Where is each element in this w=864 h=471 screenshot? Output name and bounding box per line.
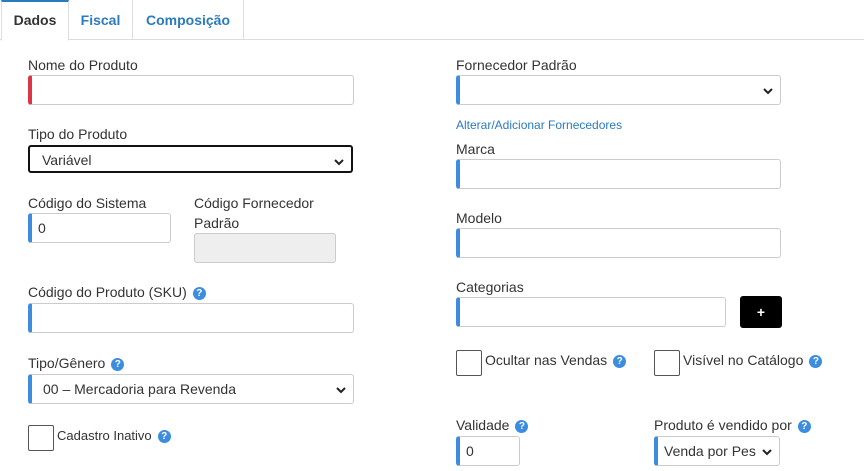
chevron-down-icon bbox=[762, 449, 772, 456]
ocultar-checkbox[interactable] bbox=[456, 350, 482, 376]
add-categoria-button[interactable]: + bbox=[740, 296, 782, 328]
genero-select[interactable]: 00 – Mercadoria para Revenda bbox=[28, 374, 354, 404]
chevron-down-icon bbox=[334, 159, 344, 166]
ocultar-label: Ocultar nas Vendas? bbox=[485, 352, 627, 368]
categorias-input[interactable] bbox=[456, 297, 726, 327]
validade-label: Validade? bbox=[456, 417, 529, 433]
modelo-label: Modelo bbox=[456, 210, 502, 226]
vendido-label: Produto é vendido por? bbox=[654, 417, 811, 433]
codigo-sistema-value: 0 bbox=[38, 220, 46, 236]
validade-value: 0 bbox=[466, 443, 474, 459]
tab-fiscal[interactable]: Fiscal bbox=[69, 0, 133, 40]
codigo-fornecedor-label: Código Fornecedor bbox=[194, 195, 314, 211]
genero-value: 00 – Mercadoria para Revenda bbox=[43, 381, 237, 397]
alterar-fornecedores-link[interactable]: Alterar/Adicionar Fornecedores bbox=[456, 118, 622, 132]
genero-label: Tipo/Gênero? bbox=[28, 355, 125, 371]
categorias-label: Categorias bbox=[456, 279, 524, 295]
chevron-down-icon bbox=[763, 88, 773, 95]
question-icon[interactable]: ? bbox=[192, 287, 206, 300]
tipo-label: Tipo do Produto bbox=[28, 126, 128, 142]
marca-input[interactable] bbox=[456, 159, 781, 189]
vendido-value: Venda por Pes bbox=[664, 443, 756, 459]
codigo-sistema-label: Código do Sistema bbox=[28, 195, 147, 211]
inativo-label: Cadastro Inativo? bbox=[57, 428, 171, 443]
tipo-value: Variável bbox=[42, 152, 92, 168]
question-icon[interactable]: ? bbox=[809, 355, 823, 368]
visivel-checkbox[interactable] bbox=[654, 350, 680, 376]
codigo-sistema-input[interactable]: 0 bbox=[28, 213, 171, 243]
chevron-down-icon bbox=[336, 387, 346, 394]
tab-bar: Dados Fiscal Composição bbox=[0, 0, 864, 41]
modelo-input[interactable] bbox=[456, 228, 781, 258]
question-icon[interactable]: ? bbox=[613, 355, 627, 368]
sku-label: Código do Produto (SKU)? bbox=[28, 284, 206, 300]
question-icon[interactable]: ? bbox=[515, 420, 529, 433]
codigo-fornecedor-input bbox=[194, 233, 336, 263]
vendido-select[interactable]: Venda por Pes bbox=[654, 436, 780, 466]
validade-input[interactable]: 0 bbox=[456, 436, 520, 466]
inativo-checkbox[interactable] bbox=[28, 425, 54, 451]
nome-label: Nome do Produto bbox=[28, 57, 138, 73]
fornecedor-label: Fornecedor Padrão bbox=[456, 57, 577, 73]
codigo-fornecedor-label-2: Padrão bbox=[194, 215, 240, 231]
fornecedor-select[interactable] bbox=[456, 75, 781, 105]
visivel-label: Visível no Catálogo? bbox=[683, 352, 823, 368]
tipo-select[interactable]: Variável bbox=[28, 145, 353, 173]
tab-dados[interactable]: Dados bbox=[1, 0, 69, 41]
question-icon[interactable]: ? bbox=[797, 420, 811, 433]
nome-input[interactable] bbox=[28, 75, 354, 105]
question-icon[interactable]: ? bbox=[157, 430, 171, 443]
marca-label: Marca bbox=[456, 141, 495, 157]
tab-composicao[interactable]: Composição bbox=[133, 0, 244, 40]
sku-input[interactable] bbox=[28, 303, 354, 333]
question-icon[interactable]: ? bbox=[111, 358, 125, 371]
